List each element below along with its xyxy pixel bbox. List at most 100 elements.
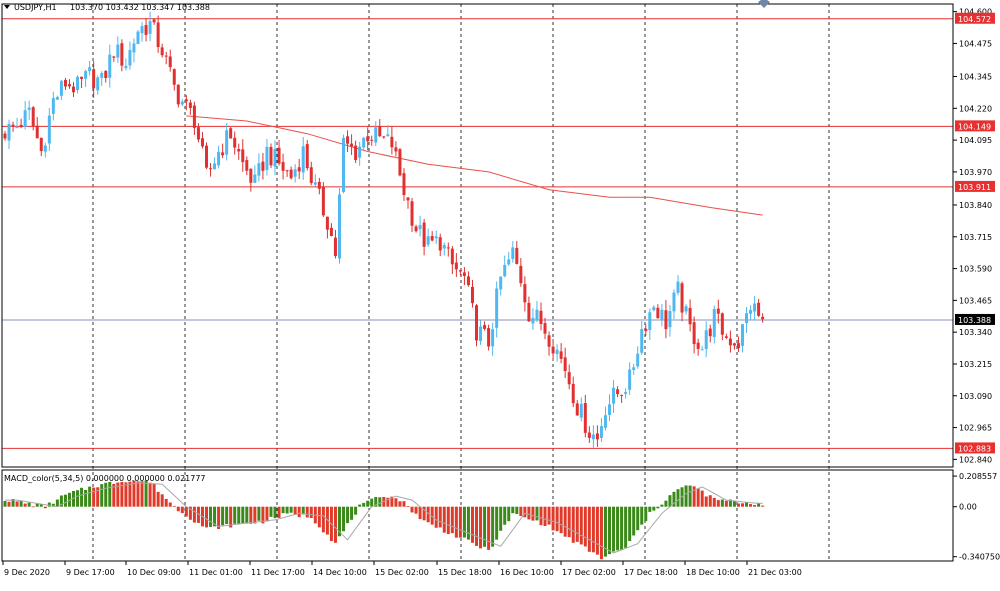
candle-body [104,71,108,79]
candle-body [430,236,434,241]
candle-body [438,237,442,251]
candle-body [523,284,527,303]
level-tag: 104.572 [955,12,995,24]
macd-bar [519,506,523,516]
macd-bar [640,506,644,525]
macd-bar [410,506,414,513]
macd-bar [608,506,611,555]
macd-bar [176,506,180,512]
time-tick-label: 17 Dec 02:00 [562,568,616,577]
candle-body [668,310,672,328]
candle-body [382,136,386,138]
macd-bar [616,506,620,551]
macd-bar [438,506,442,528]
price-chart[interactable]: 104.600104.475104.345104.220104.095103.9… [0,0,1000,587]
candle-body [112,56,116,58]
macd-tick-label: 0.00 [959,503,977,512]
macd-bar [128,481,132,507]
macd-bar [333,506,337,543]
macd-bar [406,506,410,507]
candle-body [233,137,237,148]
macd-bar [446,506,450,535]
price-tick-label: 104.220 [959,104,992,113]
candle-body [422,222,426,247]
macd-bar [277,506,281,518]
price-tick-label: 103.970 [959,168,992,177]
candle-body [180,101,184,105]
candle-body [100,72,104,78]
macd-bar [136,481,140,507]
candle-body [745,313,749,324]
candle-body [346,136,350,144]
candle-body [297,167,301,172]
candle-body [116,44,120,58]
candle-body [608,404,611,415]
candle-body [672,292,676,312]
candle-body [241,149,245,163]
macd-bar [499,506,503,531]
macd-bar [740,503,744,507]
candle-body [446,247,450,249]
price-tick-label: 104.095 [959,136,992,145]
price-tick-label: 103.215 [959,360,992,369]
macd-bar [507,506,511,522]
macd-bar [245,506,249,524]
candle-body [462,272,466,276]
macd-bar [575,506,579,542]
candle-body [732,343,736,346]
candle-body [325,216,329,230]
candle-body [394,147,398,152]
time-tick-label: 15 Dec 18:00 [438,568,492,577]
candle-body [660,309,664,320]
macd-bar [144,480,148,507]
macd-bar [644,506,648,522]
macd-bar [15,501,19,507]
candle-body [757,302,761,316]
price-tick-label: 103.715 [959,233,992,242]
macd-bar [559,506,563,534]
macd-bar [470,506,474,543]
candle-body [475,305,479,341]
candle-body [527,302,531,322]
macd-bar [612,506,616,552]
candle-body [700,349,704,351]
candle-body [27,107,31,110]
candle-body [390,136,394,148]
candle-body [47,115,51,144]
candle-body [39,137,43,152]
candle-body [684,306,688,312]
candle [176,84,180,108]
time-tick-label: 15 Dec 02:00 [375,568,429,577]
candle-body [321,186,325,216]
macd-bar [511,506,515,514]
candle-body [628,369,632,390]
macd-bar [567,506,571,538]
candle [229,127,233,139]
candle-body [406,197,410,201]
candle-body [543,323,547,334]
candle-body [724,336,728,338]
macd-bar [414,506,418,514]
macd-bar [172,505,176,507]
macd-bar [140,481,144,507]
candle-body [479,326,483,342]
candle-body [176,84,180,105]
candle-body [470,286,474,304]
macd-bar [281,506,285,514]
macd-bar [599,506,603,560]
candle-body [358,146,362,158]
macd-bar [180,506,184,514]
level-tag-label: 104.572 [958,15,991,24]
macd-tick-label: 0.208557 [959,472,997,481]
level-tag-label: 103.911 [958,183,991,192]
candle-body [620,394,624,396]
candle-body [120,43,124,66]
candle-body [728,338,732,346]
candle-body [152,19,156,23]
macd-bar [257,506,261,521]
candle-body [317,181,321,189]
candle-body [160,47,164,56]
macd-bar [309,506,313,519]
chart-window[interactable]: 104.600 104.475 104.345 104.220 104.095 103.9… [0,0,1000,587]
candle-body [23,110,27,127]
